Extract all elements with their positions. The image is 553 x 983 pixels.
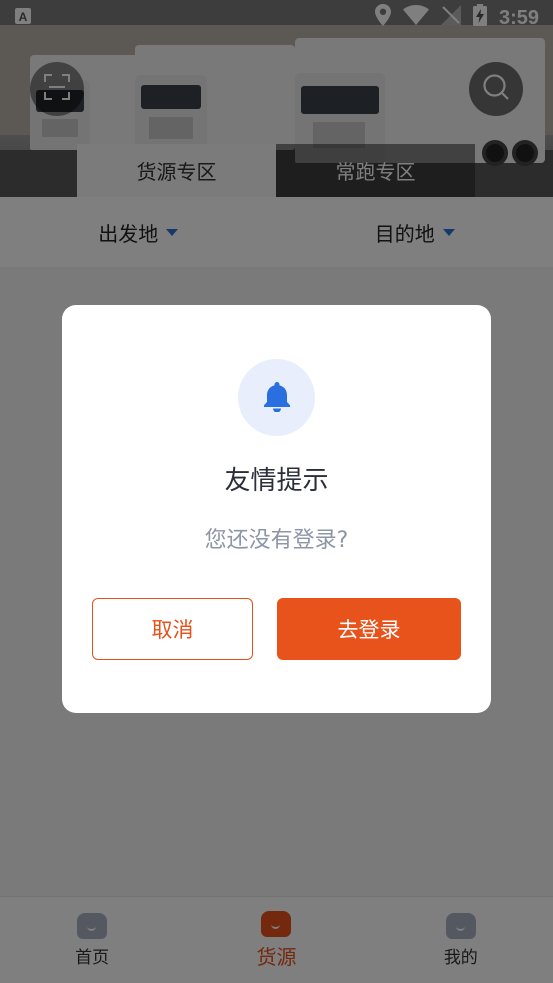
login-button[interactable]: 去登录 [277,598,461,660]
dialog-title: 友情提示 [224,466,329,496]
bell-icon-badge [238,359,315,436]
bell-icon [262,380,292,416]
dialog-message: 您还没有登录? [204,528,349,553]
login-prompt-dialog: 友情提示 您还没有登录? 取消 去登录 [62,305,491,713]
cancel-button[interactable]: 取消 [92,598,253,660]
